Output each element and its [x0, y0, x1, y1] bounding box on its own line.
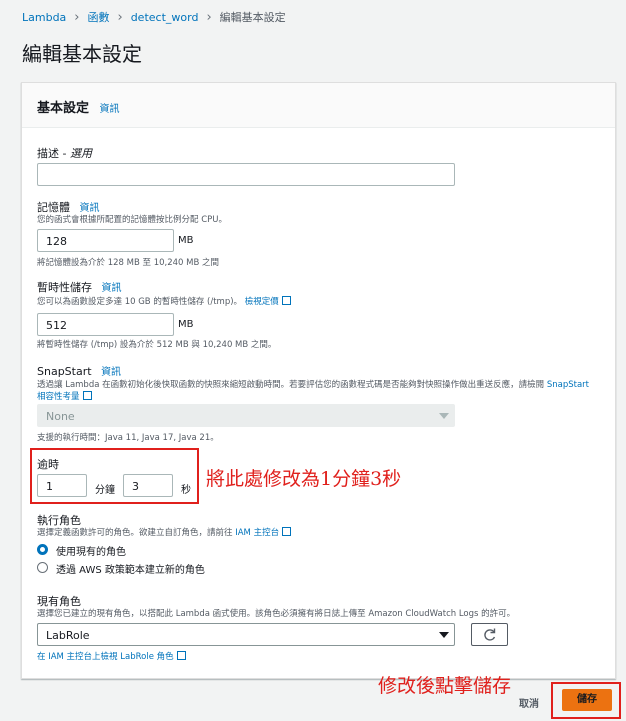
- snapstart-hint: 支援的執行時間：Java 11, Java 17, Java 21。: [37, 433, 219, 443]
- external-link-icon: [282, 527, 292, 536]
- breadcrumb-function-name[interactable]: detect_word: [131, 11, 199, 24]
- existing-role-select[interactable]: LabRole: [37, 623, 455, 646]
- external-link-icon: [176, 651, 186, 660]
- panel-title: 基本設定: [37, 101, 90, 116]
- timeout-highlight-box: [30, 448, 199, 504]
- external-link-icon: [281, 296, 291, 305]
- description-label: 描述 - 選用: [37, 145, 92, 161]
- iam-console-link[interactable]: IAM 主控台: [235, 528, 279, 538]
- radio-create-from-template[interactable]: [37, 562, 48, 573]
- basic-settings-panel: 基本設定 資訊 描述 - 選用 記憶體 資訊 您的函式會根據所配置的記憶體按比例…: [21, 82, 616, 679]
- memory-description: 您的函式會根據所配置的記憶體按比例分配 CPU。: [37, 215, 227, 225]
- refresh-button[interactable]: [471, 623, 508, 646]
- view-labrole-link[interactable]: 在 IAM 主控台上檢視 LabRole 角色: [37, 652, 174, 662]
- description-optional: 選用: [69, 147, 92, 160]
- description-label-text: 描述 -: [37, 147, 70, 160]
- save-button[interactable]: 儲存: [562, 689, 612, 711]
- memory-unit: MB: [178, 235, 194, 246]
- ephemeral-description: 您可以為函數設定多達 10 GB 的暫時性儲存 (/tmp)。 檢視定價: [37, 295, 291, 307]
- cancel-button[interactable]: 取消: [519, 695, 539, 710]
- ephemeral-label: 暫時性儲存 資訊: [37, 279, 122, 295]
- breadcrumb-functions[interactable]: 函數: [88, 9, 110, 25]
- caret-down-icon: [439, 413, 449, 419]
- ephemeral-label-text: 暫時性儲存: [37, 281, 92, 294]
- chevron-right-icon: ›: [206, 9, 212, 25]
- exec-role-desc-text: 選擇定義函數許可的角色。欲建立自訂角色，請前往: [37, 528, 233, 538]
- timeout-annotation: 將此處修改為1分鐘3秒: [206, 468, 402, 490]
- ephemeral-input[interactable]: 512: [37, 313, 174, 336]
- snapstart-label: SnapStart 資訊: [37, 363, 121, 378]
- exec-role-description: 選擇定義函數許可的角色。欲建立自訂角色，請前往 IAM 主控台: [37, 526, 292, 538]
- view-pricing-link[interactable]: 檢視定價: [245, 297, 279, 307]
- snapstart-select-value: None: [46, 410, 75, 423]
- caret-down-icon: [439, 632, 449, 638]
- snapstart-select: None: [37, 404, 455, 427]
- breadcrumb-current: 編輯基本設定: [219, 11, 286, 24]
- panel-info-link[interactable]: 資訊: [100, 104, 120, 115]
- chevron-right-icon: ›: [74, 9, 80, 25]
- existing-role-description: 選擇您已建立的現有角色，以搭配此 Lambda 函式使用。該角色必須擁有將日誌上…: [37, 609, 516, 619]
- view-role-in-iam: 在 IAM 主控台上檢視 LabRole 角色: [37, 650, 186, 662]
- radio-use-existing-role-label[interactable]: 使用現有的角色: [56, 543, 126, 558]
- refresh-icon: [484, 628, 496, 641]
- chevron-right-icon: ›: [117, 9, 123, 25]
- panel-header: 基本設定 資訊: [22, 83, 615, 128]
- radio-use-existing-role[interactable]: [37, 544, 48, 555]
- memory-hint: 將記憶體設為介於 128 MB 至 10,240 MB 之間: [37, 258, 220, 268]
- description-input[interactable]: [37, 163, 455, 186]
- radio-create-from-template-label[interactable]: 透過 AWS 政策範本建立新的角色: [56, 561, 205, 576]
- breadcrumb-lambda[interactable]: Lambda: [22, 11, 66, 24]
- snapstart-label-text: SnapStart: [37, 365, 92, 378]
- ephemeral-desc-text: 您可以為函數設定多達 10 GB 的暫時性儲存 (/tmp)。: [37, 297, 243, 307]
- memory-input[interactable]: 128: [37, 229, 174, 252]
- snapstart-desc-text: 透過讓 Lambda 在函數初始化後快取函數的快照來縮短啟動時間。若要評估您的函…: [37, 380, 545, 390]
- external-link-icon: [82, 391, 92, 400]
- breadcrumb: Lambda › 函數 › detect_word › 編輯基本設定: [22, 9, 286, 25]
- ephemeral-hint: 將暫時性儲存 (/tmp) 設為介於 512 MB 與 10,240 MB 之間…: [37, 340, 277, 350]
- snapstart-description: 透過讓 Lambda 在函數初始化後快取函數的快照來縮短啟動時間。若要評估您的函…: [37, 379, 597, 403]
- ephemeral-info-link[interactable]: 資訊: [102, 283, 122, 294]
- snapstart-info-link[interactable]: 資訊: [101, 367, 121, 378]
- ephemeral-unit: MB: [178, 319, 194, 330]
- page-title: 編輯基本設定: [22, 42, 142, 66]
- save-annotation: 修改後點擊儲存: [378, 675, 512, 697]
